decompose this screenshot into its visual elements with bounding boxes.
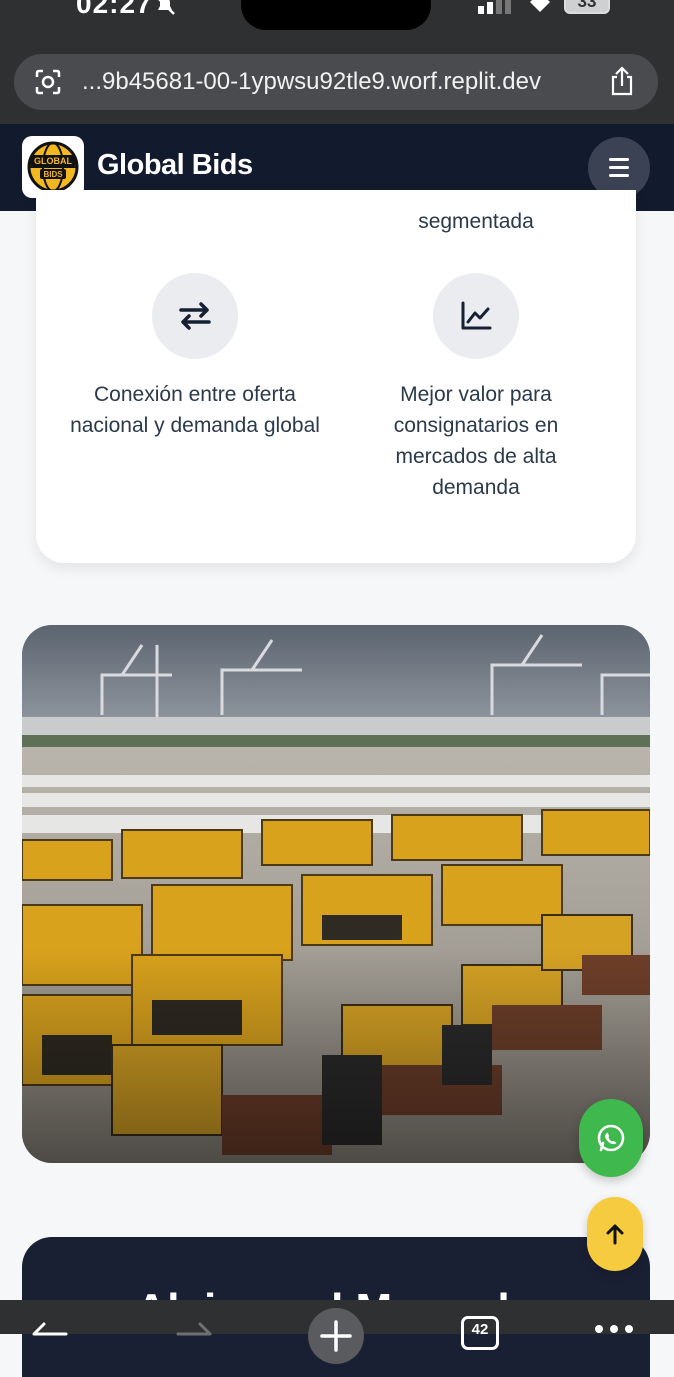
whatsapp-icon [597, 1124, 625, 1152]
plus-icon [320, 1320, 352, 1352]
wifi-icon [530, 0, 550, 12]
camera-notch [241, 0, 431, 30]
new-tab-button[interactable] [308, 1308, 364, 1364]
svg-text:GLOBAL: GLOBAL [34, 156, 72, 166]
url-text[interactable]: ...9b45681-00-1ypwsu92tle9.worf.replit.d… [82, 68, 541, 96]
battery-indicator: 33 [564, 0, 610, 14]
equipment-yard-image [22, 625, 650, 1163]
address-bar[interactable]: ...9b45681-00-1ypwsu92tle9.worf.replit.d… [14, 54, 658, 110]
signal-icon [478, 0, 511, 14]
lens-icon[interactable] [34, 68, 62, 96]
feature-item: Conexión entre oferta nacional y demanda… [70, 273, 320, 441]
globe-logo-icon: GLOBAL BIDS [27, 141, 79, 193]
forward-arrow-icon[interactable] [176, 1314, 214, 1336]
status-time: 02:27 [76, 0, 153, 19]
equipment-yard-photo [22, 625, 650, 1163]
feature-icon-circle [152, 273, 238, 359]
share-icon[interactable] [608, 65, 636, 97]
tabs-button[interactable]: 42 [461, 1316, 499, 1350]
back-arrow-icon[interactable] [30, 1314, 68, 1336]
arrows-exchange-icon [179, 302, 211, 330]
menu-line [609, 174, 629, 177]
status-bar: 02:27 33 [0, 0, 674, 48]
more-icon[interactable] [594, 1324, 634, 1334]
features-card: segmentada Conexión entre oferta naciona… [36, 190, 636, 563]
trend-chart-icon [461, 301, 492, 330]
brand-logo[interactable]: GLOBAL BIDS [22, 136, 84, 198]
svg-text:BIDS: BIDS [43, 170, 63, 179]
feature-item: Mejor valor para consignatarios en merca… [351, 273, 601, 503]
back-to-top-button[interactable] [587, 1197, 643, 1271]
brand-name[interactable]: Global Bids [97, 149, 253, 182]
feature-partial-text: segmentada [418, 210, 534, 233]
whatsapp-button[interactable] [579, 1099, 643, 1177]
feature-text: Conexión entre oferta nacional y demanda… [70, 383, 320, 437]
browser-bottom-toolbar: 42 [0, 1300, 674, 1364]
menu-line [609, 166, 629, 169]
arrow-up-icon [606, 1224, 624, 1245]
menu-line [609, 158, 629, 161]
browser-toolbar: ...9b45681-00-1ypwsu92tle9.worf.replit.d… [0, 48, 674, 124]
feature-icon-circle [433, 273, 519, 359]
bell-muted-icon [158, 0, 175, 15]
feature-text: Mejor valor para consignatarios en merca… [393, 383, 559, 499]
